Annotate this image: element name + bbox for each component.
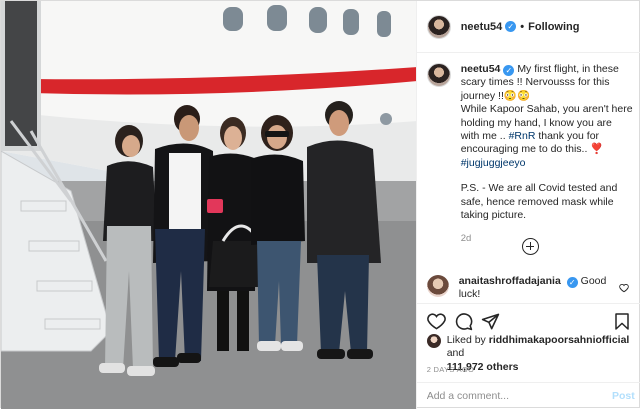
author-avatar[interactable]	[426, 14, 451, 39]
like-heart-icon[interactable]	[426, 312, 446, 331]
likes-prefix: Liked by	[446, 334, 489, 346]
verified-badge-icon: ✓	[503, 65, 515, 76]
liker-username[interactable]: riddhimakapoorsahniofficial	[489, 334, 630, 346]
post-photo[interactable]	[1, 1, 416, 409]
caption-body: neetu54 ✓ My first flight, in these scary…	[461, 63, 633, 246]
comment-bubble-icon[interactable]	[454, 312, 473, 331]
post-caption: neetu54 ✓ My first flight, in these scary…	[426, 63, 633, 246]
post-image-illustration	[1, 1, 416, 409]
likes-and: and	[446, 347, 465, 360]
action-bar	[426, 312, 631, 332]
save-bookmark-icon[interactable]	[613, 312, 631, 331]
caption-time[interactable]: 2d	[461, 232, 633, 245]
comment-item: anaitashroffadajania ✓ Good luck!	[426, 275, 633, 302]
post-date[interactable]: 2 DAYS AGO	[427, 365, 474, 374]
post-header: neetu54 ✓ • Following	[416, 1, 640, 53]
commenter-avatar[interactable]	[426, 275, 449, 297]
hashtag-rnr[interactable]: #RnR	[509, 130, 536, 142]
post-comment-button[interactable]: Post	[612, 390, 635, 402]
author-username[interactable]: neetu54	[461, 21, 503, 33]
caption-author-avatar[interactable]	[426, 63, 451, 87]
post-side-panel: neetu54 ✓ • Following neetu54 ✓ My first …	[415, 1, 640, 409]
add-comment-bar: Post	[416, 382, 640, 409]
caption-ps: P.S. - We are all Covid tested and safe,…	[460, 182, 618, 222]
share-send-icon[interactable]	[481, 312, 500, 331]
comment-like-icon[interactable]	[618, 283, 629, 293]
caption-username[interactable]: neetu54	[461, 63, 501, 75]
hashtag-jugjuggjeeyo[interactable]: #jugjuggjeeyo	[461, 157, 526, 169]
header-separator: •	[520, 20, 525, 33]
liker-avatar[interactable]	[426, 334, 441, 348]
instagram-post: neetu54 ✓ • Following neetu54 ✓ My first …	[0, 0, 640, 409]
load-more-comments-icon[interactable]	[521, 238, 539, 255]
commenter-username[interactable]: anaitashroffadajania	[459, 275, 561, 287]
add-comment-input[interactable]	[426, 390, 597, 402]
likes-text: Liked by riddhimakapoorsahniofficial and…	[447, 334, 633, 374]
comment-body: anaitashroffadajania ✓ Good luck!	[459, 275, 609, 302]
verified-badge-icon: ✓	[566, 277, 578, 288]
verified-badge-icon: ✓	[505, 21, 517, 32]
following-button[interactable]: Following	[528, 21, 579, 33]
